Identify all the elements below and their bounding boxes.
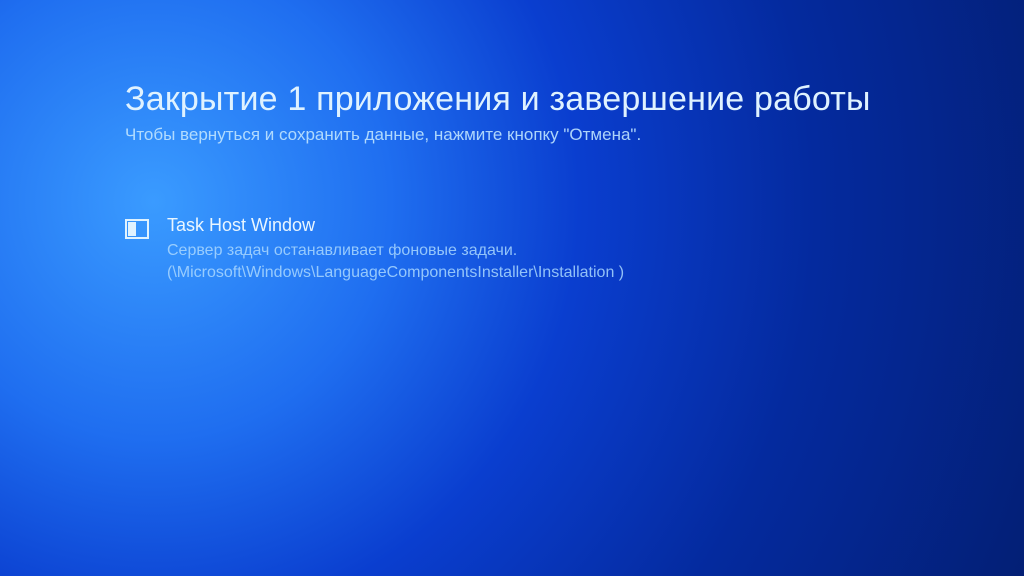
- app-description: Сервер задач останавливает фоновые задач…: [167, 240, 807, 283]
- app-name: Task Host Window: [167, 215, 807, 236]
- app-window-icon: [125, 217, 149, 241]
- page-subtitle: Чтобы вернуться и сохранить данные, нажм…: [125, 125, 1024, 145]
- app-list: Task Host Window Сервер задач останавлив…: [125, 215, 1024, 283]
- app-item: Task Host Window Сервер задач останавлив…: [125, 215, 845, 283]
- shutdown-screen: Закрытие 1 приложения и завершение работ…: [0, 0, 1024, 576]
- app-text-block: Task Host Window Сервер задач останавлив…: [167, 215, 807, 283]
- page-title: Закрытие 1 приложения и завершение работ…: [125, 80, 1024, 119]
- header-block: Закрытие 1 приложения и завершение работ…: [125, 80, 1024, 145]
